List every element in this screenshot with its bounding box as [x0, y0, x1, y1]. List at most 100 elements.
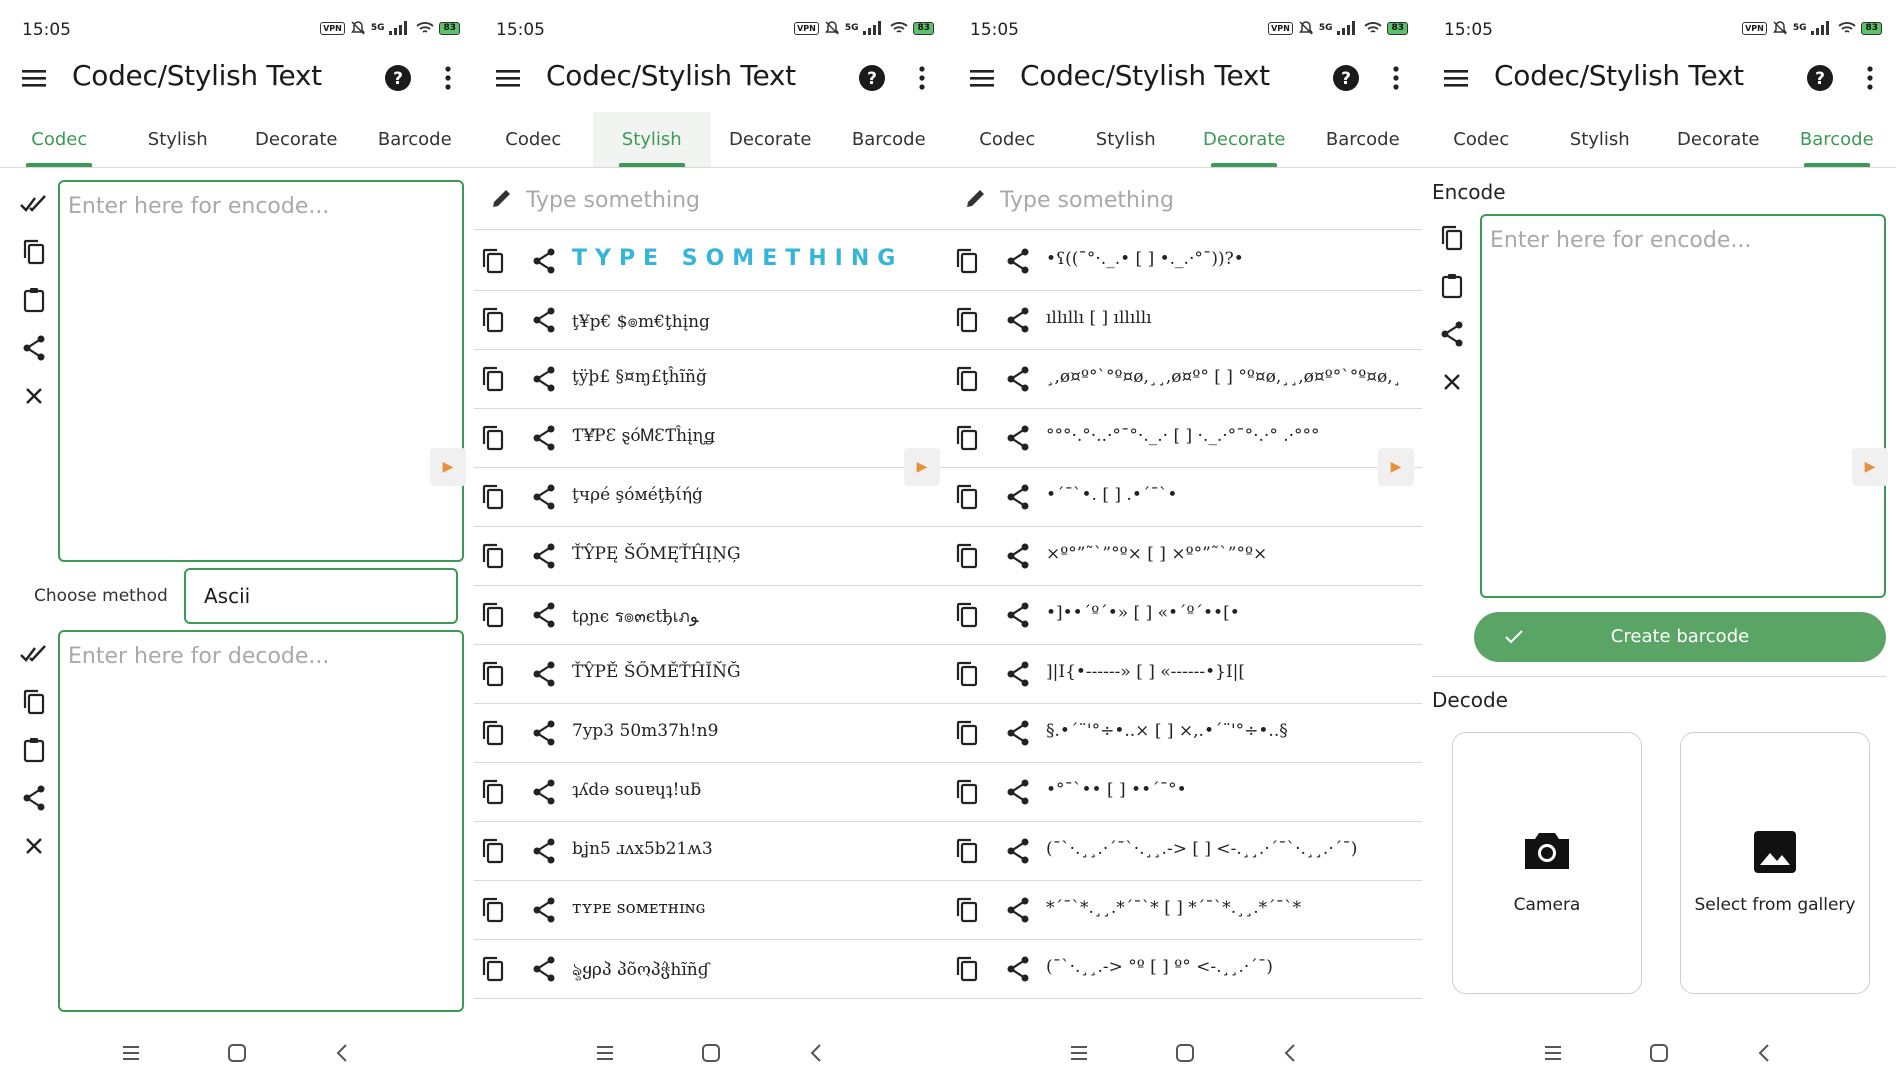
paste-button[interactable] [1432, 262, 1472, 310]
list-item[interactable]: tρɲє ร๏๓єtђเภﻮ [474, 586, 948, 645]
copy-button[interactable] [956, 956, 978, 986]
copy-button[interactable] [482, 838, 504, 868]
tab-codec[interactable]: Codec [1422, 112, 1541, 167]
share-button[interactable] [532, 425, 556, 455]
share-button[interactable] [14, 774, 54, 822]
copy-button[interactable] [956, 248, 978, 278]
side-panel-handle[interactable]: ▶ [1378, 448, 1414, 486]
share-button[interactable] [1006, 307, 1030, 337]
share-button[interactable] [1006, 425, 1030, 455]
list-item[interactable]: ţчρé şóмéţђίήģ [474, 468, 948, 527]
share-button[interactable] [1006, 838, 1030, 868]
share-button[interactable] [1006, 720, 1030, 750]
copy-button[interactable] [482, 779, 504, 809]
copy-button[interactable] [482, 484, 504, 514]
tab-decorate[interactable]: Decorate [1659, 112, 1778, 167]
list-item[interactable]: •°¯`•• [ ] ••´¯°• [948, 763, 1422, 822]
tab-stylish[interactable]: Stylish [1541, 112, 1660, 167]
stylish-input[interactable]: Type something [526, 188, 700, 213]
tab-stylish[interactable]: Stylish [119, 112, 238, 167]
tab-decorate[interactable]: Decorate [711, 112, 830, 167]
decode-input[interactable] [58, 630, 464, 1012]
copy-button[interactable] [482, 248, 504, 278]
share-button[interactable] [532, 956, 556, 986]
decorate-input-row[interactable]: Type something [948, 172, 1422, 230]
more-options-icon[interactable] [1388, 64, 1404, 92]
list-item[interactable]: ×º°”˜`”°º× [ ] ×º°”˜`”°º× [948, 527, 1422, 586]
tab-codec[interactable]: Codec [0, 112, 119, 167]
copy-button[interactable] [956, 366, 978, 396]
copy-button[interactable] [482, 543, 504, 573]
share-button[interactable] [532, 838, 556, 868]
side-panel-handle[interactable]: ▶ [904, 448, 940, 486]
list-item[interactable]: ţÿþ£ §¤ɱ£ţĥĩñğ [474, 350, 948, 409]
clear-button[interactable] [14, 372, 54, 420]
home-nav-icon[interactable] [700, 1042, 722, 1064]
gallery-button[interactable]: Select from gallery [1680, 732, 1870, 994]
copy-button[interactable] [1432, 214, 1472, 262]
create-barcode-button[interactable]: Create barcode [1474, 612, 1886, 662]
copy-button[interactable] [482, 897, 504, 927]
list-item[interactable]: •]••´º´•» [ ] «•´º´••[• [948, 586, 1422, 645]
tab-barcode[interactable]: Barcode [830, 112, 949, 167]
back-nav-icon[interactable] [332, 1042, 354, 1064]
share-button[interactable] [532, 307, 556, 337]
share-button[interactable] [1006, 602, 1030, 632]
clear-button[interactable] [14, 822, 54, 870]
select-all-button[interactable] [14, 180, 54, 228]
home-nav-icon[interactable] [1174, 1042, 1196, 1064]
list-item[interactable]: ]|I{•------» [ ] «------•}I|[ [948, 645, 1422, 704]
paste-button[interactable] [14, 276, 54, 324]
more-options-icon[interactable] [914, 64, 930, 92]
menu-icon[interactable] [1442, 66, 1470, 90]
copy-button[interactable] [482, 956, 504, 986]
menu-icon[interactable] [968, 66, 996, 90]
help-icon[interactable]: ? [384, 64, 412, 92]
list-item[interactable]: ʇʎdə souɐɥʇ!uƃ [474, 763, 948, 822]
side-panel-handle[interactable]: ▶ [430, 448, 466, 486]
decorate-input[interactable]: Type something [1000, 188, 1174, 213]
list-item[interactable]: ţ¥p€ $๏m€ţhįng [474, 291, 948, 350]
tab-barcode[interactable]: Barcode [356, 112, 475, 167]
share-button[interactable] [532, 897, 556, 927]
copy-button[interactable] [482, 366, 504, 396]
list-item[interactable]: ৡყρპ პõოპჭhĩñɠ [474, 940, 948, 999]
help-icon[interactable]: ? [1332, 64, 1360, 92]
select-all-button[interactable] [14, 630, 54, 678]
share-button[interactable] [532, 484, 556, 514]
copy-button[interactable] [482, 602, 504, 632]
copy-button[interactable] [956, 897, 978, 927]
share-button[interactable] [532, 602, 556, 632]
list-item[interactable]: (¯`·.¸¸.·´¯`·.¸¸.-> [ ] <-.¸¸.·´¯`·.¸¸.·… [948, 822, 1422, 881]
list-item[interactable]: Ƭ¥ƤƐ ȿóᎷƐƬĥįɳǥ [474, 409, 948, 468]
side-panel-handle[interactable]: ▶ [1852, 448, 1888, 486]
copy-button[interactable] [956, 425, 978, 455]
list-item[interactable]: •´¯`•. [ ] .•´¯`• [948, 468, 1422, 527]
tab-stylish[interactable]: Stylish [592, 112, 711, 167]
list-item[interactable]: TYPE SOMETHING [474, 232, 948, 291]
tab-decorate[interactable]: Decorate [1185, 112, 1304, 167]
share-button[interactable] [532, 366, 556, 396]
copy-button[interactable] [482, 720, 504, 750]
more-options-icon[interactable] [440, 64, 456, 92]
share-button[interactable] [1006, 248, 1030, 278]
list-item[interactable]: ᴛʏᴘᴇ ꜱᴏᴍᴇᴛʜɪɴɢ [474, 881, 948, 940]
more-options-icon[interactable] [1862, 64, 1878, 92]
back-nav-icon[interactable] [1754, 1042, 1776, 1064]
copy-button[interactable] [956, 602, 978, 632]
share-button[interactable] [1432, 310, 1472, 358]
tab-barcode[interactable]: Barcode [1778, 112, 1896, 167]
copy-button[interactable] [956, 307, 978, 337]
share-button[interactable] [1006, 543, 1030, 573]
tab-codec[interactable]: Codec [474, 112, 593, 167]
share-button[interactable] [532, 720, 556, 750]
copy-button[interactable] [14, 228, 54, 276]
copy-button[interactable] [956, 543, 978, 573]
copy-button[interactable] [14, 678, 54, 726]
home-nav-icon[interactable] [226, 1042, 248, 1064]
home-nav-icon[interactable] [1648, 1042, 1670, 1064]
share-button[interactable] [1006, 956, 1030, 986]
back-nav-icon[interactable] [1280, 1042, 1302, 1064]
tab-barcode[interactable]: Barcode [1304, 112, 1423, 167]
recents-nav-icon[interactable] [594, 1042, 616, 1064]
